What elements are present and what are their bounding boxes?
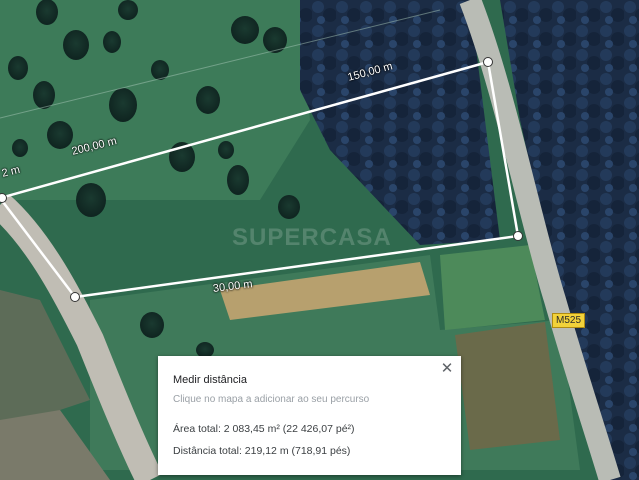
measure-vertex[interactable]: [513, 231, 523, 241]
watermark: SUPERCASA: [232, 224, 392, 251]
measure-vertex[interactable]: [0, 193, 7, 203]
total-distance: Distância total: 219,12 m (718,91 pés): [173, 445, 351, 457]
panel-hint: Clique no mapa a adicionar ao seu percur…: [173, 394, 370, 405]
green-plot: [440, 245, 545, 330]
road-label: M525: [552, 313, 586, 328]
measure-vertex[interactable]: [483, 57, 493, 67]
measure-distance-panel: ✕ Medir distância Clique no mapa a adici…: [158, 356, 461, 475]
total-area: Área total: 2 083,45 m² (22 426,07 pé²): [173, 423, 355, 435]
brown-plot: [455, 322, 560, 450]
measure-vertex[interactable]: [70, 292, 80, 302]
close-icon[interactable]: ✕: [439, 360, 455, 376]
panel-title: Medir distância: [173, 374, 247, 386]
